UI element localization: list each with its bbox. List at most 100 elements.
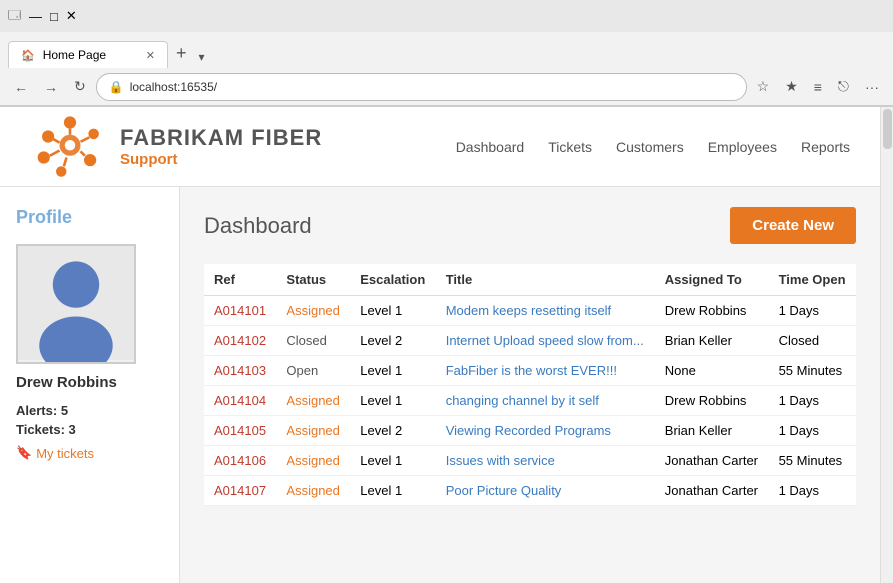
my-tickets-link[interactable]: 🔖 My tickets xyxy=(16,445,163,461)
title-link[interactable]: FabFiber is the worst EVER!!! xyxy=(446,363,617,378)
cell-ref[interactable]: A014107 xyxy=(204,476,276,506)
forward-button[interactable]: → xyxy=(38,75,64,99)
table-row: A014107 Assigned Level 1 Poor Picture Qu… xyxy=(204,476,856,506)
share-button[interactable]: ⎋ xyxy=(832,74,855,99)
alerts-label: Alerts: xyxy=(16,403,57,418)
browser-titlebar: 🗔 — □ ✕ xyxy=(0,0,893,32)
cell-time-open: 55 Minutes xyxy=(769,356,856,386)
nav-tickets[interactable]: Tickets xyxy=(548,139,592,155)
table-body: A014101 Assigned Level 1 Modem keeps res… xyxy=(204,296,856,506)
nav-reports[interactable]: Reports xyxy=(801,139,850,155)
create-new-button[interactable]: Create New xyxy=(730,207,856,244)
close-btn[interactable]: ✕ xyxy=(66,8,77,24)
cell-assigned-to: Brian Keller xyxy=(655,416,769,446)
cell-title[interactable]: FabFiber is the worst EVER!!! xyxy=(436,356,655,386)
cell-ref[interactable]: A014104 xyxy=(204,386,276,416)
cell-assigned-to: Drew Robbins xyxy=(655,386,769,416)
lock-icon: 🔒 xyxy=(109,80,124,94)
tickets-row: Tickets: 3 xyxy=(16,422,163,437)
cell-assigned-to: Drew Robbins xyxy=(655,296,769,326)
cell-assigned-to: None xyxy=(655,356,769,386)
page-container: FABRIKAM FIBER Support Dashboard Tickets… xyxy=(0,107,893,583)
ref-link[interactable]: A014105 xyxy=(214,423,266,438)
cell-escalation: Level 1 xyxy=(350,476,435,506)
minimize-btn[interactable]: — xyxy=(29,9,42,24)
cell-status: Open xyxy=(276,356,350,386)
address-bar[interactable]: 🔒 localhost:16535/ xyxy=(96,73,747,101)
cell-status: Assigned xyxy=(276,416,350,446)
cell-assigned-to: Brian Keller xyxy=(655,326,769,356)
bookmark-icon: 🔖 xyxy=(16,445,32,461)
tab-title: Home Page xyxy=(43,48,106,62)
ref-link[interactable]: A014102 xyxy=(214,333,266,348)
tab-close-btn[interactable]: ✕ xyxy=(146,49,155,62)
cell-title[interactable]: Internet Upload speed slow from... xyxy=(436,326,655,356)
favorites-button[interactable]: ★ xyxy=(779,74,804,99)
avatar xyxy=(18,244,134,362)
dashboard-area: Dashboard Create New Ref Status Escalati… xyxy=(180,187,880,583)
tickets-table: Ref Status Escalation Title Assigned To … xyxy=(204,264,856,506)
ref-link[interactable]: A014101 xyxy=(214,303,266,318)
cell-ref[interactable]: A014106 xyxy=(204,446,276,476)
new-tab-button[interactable]: + xyxy=(168,39,195,68)
cell-time-open: 1 Days xyxy=(769,476,856,506)
table-row: A014106 Assigned Level 1 Issues with ser… xyxy=(204,446,856,476)
cell-escalation: Level 1 xyxy=(350,386,435,416)
back-button[interactable]: ← xyxy=(8,75,34,99)
more-button[interactable]: ··· xyxy=(859,74,885,99)
title-link[interactable]: changing channel by it self xyxy=(446,393,599,408)
tickets-label: Tickets: xyxy=(16,422,65,437)
cell-status: Assigned xyxy=(276,446,350,476)
bookmarks-button[interactable]: ☆ xyxy=(751,74,776,99)
cell-ref[interactable]: A014102 xyxy=(204,326,276,356)
table-header: Ref Status Escalation Title Assigned To … xyxy=(204,264,856,296)
cell-title[interactable]: Poor Picture Quality xyxy=(436,476,655,506)
ref-link[interactable]: A014106 xyxy=(214,453,266,468)
cell-assigned-to: Jonathan Carter xyxy=(655,446,769,476)
brand-text: FABRIKAM FIBER Support xyxy=(120,125,322,168)
title-link[interactable]: Viewing Recorded Programs xyxy=(446,423,611,438)
title-link[interactable]: Poor Picture Quality xyxy=(446,483,562,498)
cell-escalation: Level 1 xyxy=(350,296,435,326)
user-name: Drew Robbins xyxy=(16,374,163,391)
cell-ref[interactable]: A014103 xyxy=(204,356,276,386)
logo-svg xyxy=(30,112,110,182)
alerts-count: 5 xyxy=(61,403,68,418)
nav-customers[interactable]: Customers xyxy=(616,139,684,155)
col-time-open: Time Open xyxy=(769,264,856,296)
hub-button[interactable]: ≡ xyxy=(808,74,828,99)
title-link[interactable]: Internet Upload speed slow from... xyxy=(446,333,644,348)
nav-dashboard[interactable]: Dashboard xyxy=(456,139,525,155)
sidebar-info: Alerts: 5 Tickets: 3 xyxy=(16,403,163,437)
cell-title[interactable]: Issues with service xyxy=(436,446,655,476)
cell-time-open: Closed xyxy=(769,326,856,356)
title-link[interactable]: Issues with service xyxy=(446,453,555,468)
scrollbar-thumb[interactable] xyxy=(883,109,892,149)
tab-chevron[interactable]: ▾ xyxy=(195,46,209,68)
title-link[interactable]: Modem keeps resetting itself xyxy=(446,303,611,318)
cell-title[interactable]: Viewing Recorded Programs xyxy=(436,416,655,446)
table-row: A014102 Closed Level 2 Internet Upload s… xyxy=(204,326,856,356)
active-browser-tab[interactable]: 🏠 Home Page ✕ xyxy=(8,41,168,68)
browser-action-buttons: ☆ ★ ≡ ⎋ ··· xyxy=(751,74,885,99)
brand-sub: Support xyxy=(120,151,178,168)
maximize-btn[interactable]: □ xyxy=(50,9,58,24)
alerts-row: Alerts: 5 xyxy=(16,403,163,418)
window-icon: 🗔 xyxy=(8,6,21,27)
ref-link[interactable]: A014104 xyxy=(214,393,266,408)
col-assigned-to: Assigned To xyxy=(655,264,769,296)
cell-title[interactable]: Modem keeps resetting itself xyxy=(436,296,655,326)
nav-employees[interactable]: Employees xyxy=(708,139,777,155)
dashboard-header: Dashboard Create New xyxy=(204,207,856,244)
browser-chrome: 🗔 — □ ✕ 🏠 Home Page ✕ + ▾ ← → ↻ 🔒 localh… xyxy=(0,0,893,107)
site-header: FABRIKAM FIBER Support Dashboard Tickets… xyxy=(0,107,880,187)
ref-link[interactable]: A014103 xyxy=(214,363,266,378)
scrollbar[interactable] xyxy=(880,107,893,583)
cell-title[interactable]: changing channel by it self xyxy=(436,386,655,416)
sidebar: Profile Drew Robbins Alerts: 5 Tick xyxy=(0,187,180,583)
cell-ref[interactable]: A014105 xyxy=(204,416,276,446)
cell-status: Assigned xyxy=(276,476,350,506)
ref-link[interactable]: A014107 xyxy=(214,483,266,498)
refresh-button[interactable]: ↻ xyxy=(68,74,92,99)
cell-ref[interactable]: A014101 xyxy=(204,296,276,326)
